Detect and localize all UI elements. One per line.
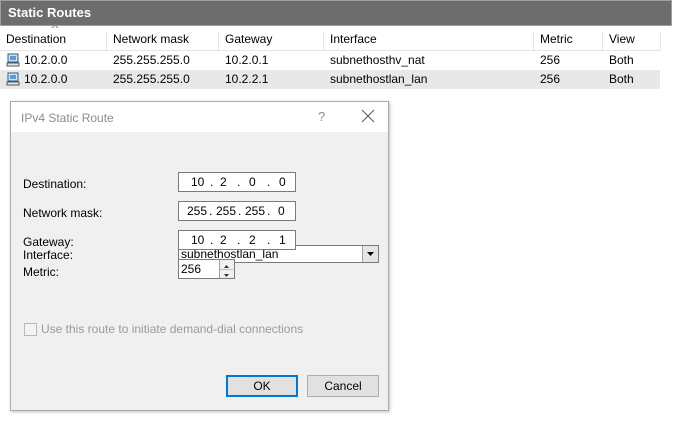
- help-button[interactable]: ?: [318, 109, 325, 124]
- ok-button[interactable]: OK: [226, 375, 298, 397]
- route-interface: subnethostlan_lan: [330, 72, 428, 86]
- route-interface: subnethosthv_nat: [330, 53, 425, 67]
- destination-octet-2[interactable]: 2: [220, 175, 227, 189]
- stepper-down-button[interactable]: [220, 269, 233, 278]
- chevron-down-icon: [367, 252, 374, 256]
- mask-octet-2[interactable]: 255: [216, 204, 236, 218]
- network-mask-ip-field[interactable]: 255 . 255 . 255 . 0: [178, 201, 296, 221]
- demand-dial-checkbox[interactable]: [24, 323, 37, 336]
- gateway-ip-field[interactable]: 10 . 2 . 2 . 1: [178, 230, 296, 250]
- mask-octet-3[interactable]: 255: [245, 204, 265, 218]
- cancel-button[interactable]: Cancel: [307, 375, 379, 397]
- route-metric: 256: [540, 53, 561, 67]
- route-row-selected[interactable]: 10.2.0.0 255.255.255.0 10.2.2.1 subnetho…: [0, 70, 660, 89]
- metric-label: Metric:: [23, 265, 59, 279]
- interface-label: Interface:: [23, 248, 74, 262]
- panel-title-bar: Static Routes: [0, 0, 672, 26]
- demand-dial-label: Use this route to initiate demand-dial c…: [41, 322, 304, 336]
- route-destination: 10.2.0.0: [24, 72, 68, 86]
- destination-label: Destination:: [23, 177, 87, 191]
- metric-stepper-buttons: [219, 260, 234, 278]
- close-icon[interactable]: [360, 108, 376, 124]
- gateway-octet-2[interactable]: 2: [220, 233, 227, 247]
- destination-octet-1[interactable]: 10: [191, 175, 204, 189]
- gateway-octet-1[interactable]: 10: [191, 233, 204, 247]
- network-mask-label: Network mask:: [23, 206, 103, 220]
- gateway-octet-4[interactable]: 1: [279, 233, 286, 247]
- route-icon: [6, 72, 20, 86]
- route-view: Both: [609, 72, 634, 86]
- column-header-metric[interactable]: Metric: [534, 32, 603, 50]
- dialog-title: IPv4 Static Route: [21, 111, 114, 125]
- dialog-caption-bar: IPv4 Static Route ?: [11, 102, 388, 132]
- dropdown-arrow[interactable]: [362, 246, 378, 262]
- ipv4-static-route-dialog: IPv4 Static Route ? Interface: subnethos…: [10, 101, 389, 411]
- metric-stepper[interactable]: 256: [178, 259, 235, 279]
- route-metric: 256: [540, 72, 561, 86]
- column-header-row: Destination Network mask Gateway Interfa…: [0, 28, 661, 51]
- route-row[interactable]: 10.2.0.0 255.255.255.0 10.2.0.1 subnetho…: [0, 51, 660, 70]
- column-header-interface[interactable]: Interface: [324, 32, 534, 50]
- column-header-gateway[interactable]: Gateway: [219, 32, 324, 50]
- route-destination: 10.2.0.0: [24, 53, 68, 67]
- destination-octet-3[interactable]: 0: [249, 175, 256, 189]
- destination-octet-4[interactable]: 0: [279, 175, 286, 189]
- panel-title: Static Routes: [8, 5, 92, 20]
- route-mask: 255.255.255.0: [113, 53, 190, 67]
- column-header-destination[interactable]: Destination: [0, 32, 107, 50]
- mask-octet-1[interactable]: 255: [187, 204, 207, 218]
- column-header-network-mask[interactable]: Network mask: [107, 32, 219, 50]
- destination-ip-field[interactable]: 10 . 2 . 0 . 0: [178, 172, 296, 192]
- mask-octet-4[interactable]: 0: [278, 204, 285, 218]
- chevron-down-icon: [224, 274, 229, 277]
- gateway-label: Gateway:: [23, 235, 74, 249]
- gateway-octet-3[interactable]: 2: [249, 233, 256, 247]
- route-view: Both: [609, 53, 634, 67]
- metric-value[interactable]: 256: [181, 262, 201, 276]
- column-header-view[interactable]: View: [603, 32, 661, 50]
- route-gateway: 10.2.0.1: [225, 53, 269, 67]
- route-icon: [6, 53, 20, 67]
- route-mask: 255.255.255.0: [113, 72, 190, 86]
- route-gateway: 10.2.2.1: [225, 72, 269, 86]
